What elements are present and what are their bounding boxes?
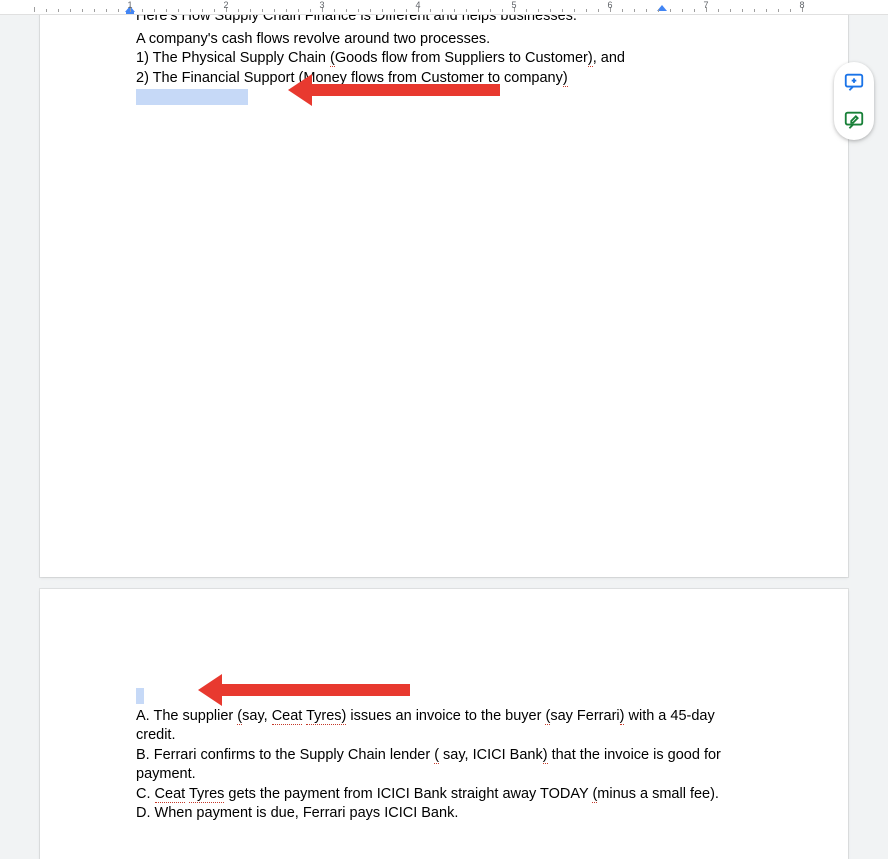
paragraph-line: C. Ceat Tyres gets the payment from ICIC… bbox=[136, 785, 752, 805]
document-viewport: Here's How Supply Chain Finance is Diffe… bbox=[0, 0, 888, 854]
document-page-2[interactable]: A. The supplier (say, Ceat Tyres) issues… bbox=[40, 589, 848, 859]
paragraph-line: D. When payment is due, Ferrari pays ICI… bbox=[136, 804, 752, 824]
ruler-number: 1 bbox=[127, 0, 132, 10]
ruler-number: 5 bbox=[511, 0, 516, 10]
annotation-arrow bbox=[220, 684, 410, 696]
paragraph-line: 1) The Physical Supply Chain (Goods flow… bbox=[136, 49, 752, 69]
ruler-number: 6 bbox=[607, 0, 612, 10]
suggest-edits-button[interactable] bbox=[842, 108, 866, 132]
ruler-number: 7 bbox=[703, 0, 708, 10]
annotation-arrow bbox=[310, 84, 500, 96]
add-comment-button[interactable] bbox=[842, 70, 866, 94]
paragraph-line: A company's cash flows revolve around tw… bbox=[136, 30, 752, 50]
ruler-number: 2 bbox=[223, 0, 228, 10]
paragraph-line: A. The supplier (say, Ceat Tyres) issues… bbox=[136, 707, 752, 746]
horizontal-ruler: 1 2 3 4 5 6 7 8 bbox=[0, 0, 888, 15]
ruler-number: 8 bbox=[799, 0, 804, 10]
document-page-1[interactable]: Here's How Supply Chain Finance is Diffe… bbox=[40, 0, 848, 577]
floating-action-panel bbox=[834, 62, 874, 140]
paragraph-line: B. Ferrari confirms to the Supply Chain … bbox=[136, 746, 752, 785]
ruler-number: 3 bbox=[319, 0, 324, 10]
ruler-number: 4 bbox=[415, 0, 420, 10]
